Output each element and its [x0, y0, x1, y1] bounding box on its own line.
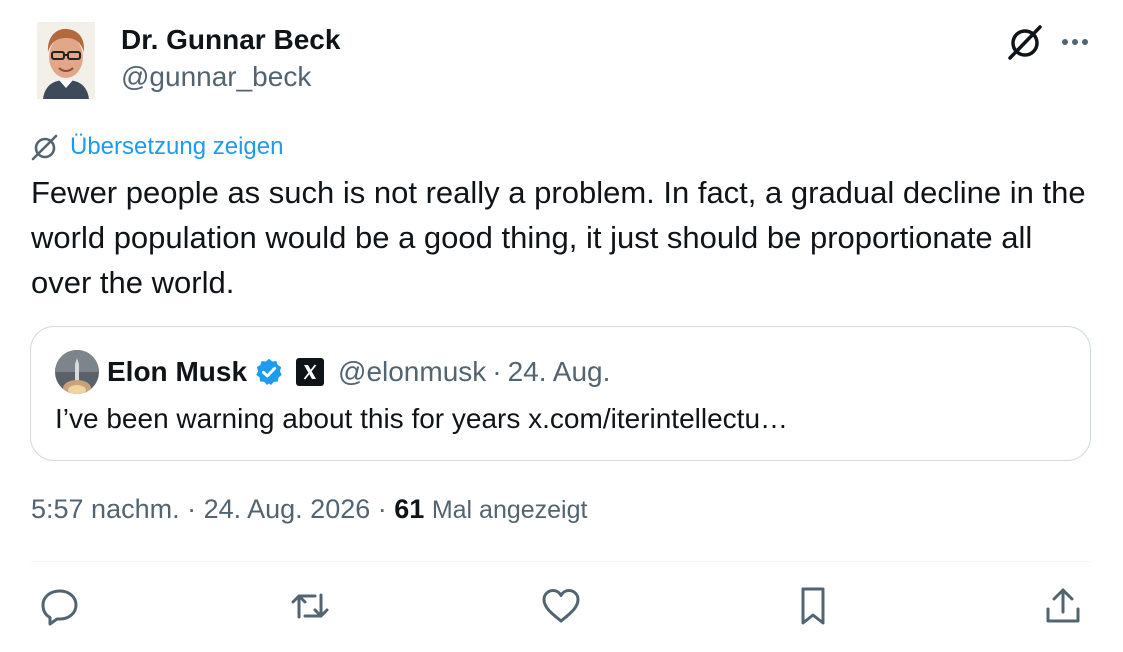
- quote-avatar[interactable]: [55, 350, 99, 394]
- x-logo-icon: [296, 358, 325, 386]
- like-button[interactable]: [539, 584, 583, 628]
- divider: [31, 561, 1092, 562]
- reply-button[interactable]: [38, 584, 82, 628]
- verified-badge-icon: [256, 358, 282, 385]
- retweet-icon: [291, 593, 329, 619]
- author-photo: [37, 22, 95, 99]
- meta-separator: ·: [370, 494, 395, 524]
- retweet-button[interactable]: [288, 584, 332, 628]
- quote-author-name: Elon Musk: [107, 356, 248, 387]
- grok-icon: [31, 134, 58, 161]
- views-label: Mal angezeigt: [431, 496, 588, 524]
- bookmark-icon: [801, 587, 825, 625]
- quote-header: Elon Musk @elonmusk · 24. Aug.: [107, 351, 610, 393]
- grok-button[interactable]: [1006, 22, 1046, 62]
- more-button[interactable]: [1058, 28, 1092, 56]
- tweet-text: Fewer people as such is not really a pro…: [31, 175, 1086, 300]
- rocket-launch-photo: [55, 350, 99, 394]
- tweet-date[interactable]: 24. Aug. 2026: [204, 494, 371, 524]
- author-avatar[interactable]: [37, 22, 95, 99]
- author-handle[interactable]: @gunnar_beck: [121, 61, 311, 93]
- translate-label: Übersetzung zeigen: [70, 133, 284, 160]
- reply-icon: [41, 589, 78, 626]
- meta-separator: ·: [179, 494, 204, 524]
- share-button[interactable]: [1041, 584, 1085, 628]
- like-icon: [542, 589, 580, 623]
- quote-separator: ·: [492, 356, 502, 387]
- quote-date[interactable]: 24. Aug.: [508, 356, 611, 388]
- quote-text: I’ve been warning about this for years x…: [55, 403, 789, 434]
- tweet-time[interactable]: 5:57 nachm.: [31, 494, 180, 524]
- show-translation-link[interactable]: Übersetzung zeigen: [30, 130, 283, 164]
- grok-icon: [1008, 25, 1042, 60]
- quoted-tweet-card[interactable]: Elon Musk @elonmusk · 24. Aug. I’ve been…: [30, 326, 1091, 461]
- views-count: 61: [394, 494, 425, 524]
- tweet-meta: 5:57 nachm. · 24. Aug. 2026 · 61 Mal ang…: [31, 494, 587, 525]
- quote-author-handle: @elonmusk: [338, 356, 487, 387]
- author-name[interactable]: Dr. Gunnar Beck: [121, 24, 340, 56]
- bookmark-button[interactable]: [791, 584, 835, 628]
- more-icon: [1062, 39, 1088, 45]
- share-icon: [1046, 588, 1080, 623]
